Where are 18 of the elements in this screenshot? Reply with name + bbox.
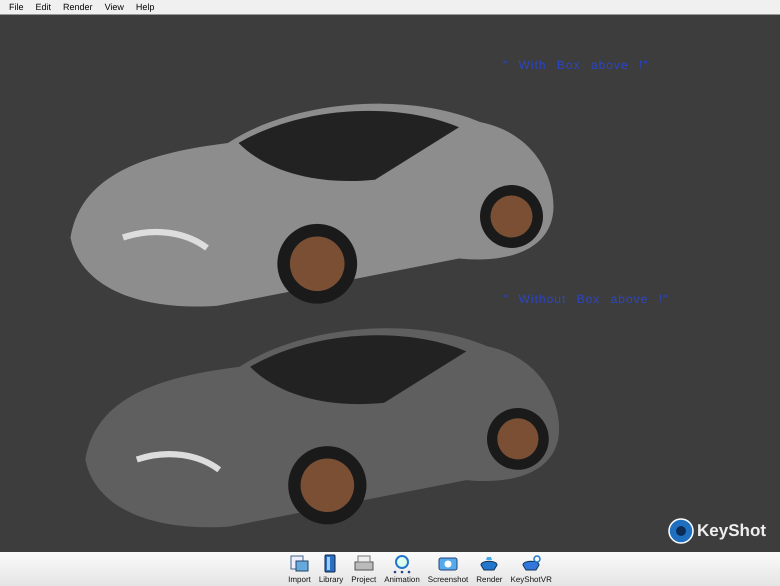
annotation-text: " Without Box above !"	[503, 292, 668, 306]
toolbar-icon	[288, 553, 310, 574]
toolbar-button[interactable]: Animation	[381, 552, 423, 586]
toolbar-button[interactable]: KeyShotVR	[507, 552, 555, 586]
menu-item[interactable]: View	[98, 2, 130, 12]
menu-item[interactable]: Help	[130, 2, 160, 12]
toolbar-button[interactable]: Screenshot	[424, 552, 472, 586]
annotation-text: " With Box above !"	[503, 58, 649, 72]
toolbar-icon	[390, 553, 413, 574]
toolbar-button[interactable]: Project	[348, 552, 380, 586]
import-button[interactable]: Import	[285, 552, 314, 586]
logo-text: KeyShot	[697, 521, 766, 541]
aperture-logo-icon	[668, 518, 694, 544]
toolbar-button[interactable]: Library	[316, 552, 346, 586]
menu-item[interactable]: File	[3, 2, 30, 12]
menu-item[interactable]: Edit	[30, 2, 58, 12]
toolbar-button[interactable]: Render	[473, 552, 506, 586]
menu-item[interactable]: Render	[57, 2, 99, 12]
